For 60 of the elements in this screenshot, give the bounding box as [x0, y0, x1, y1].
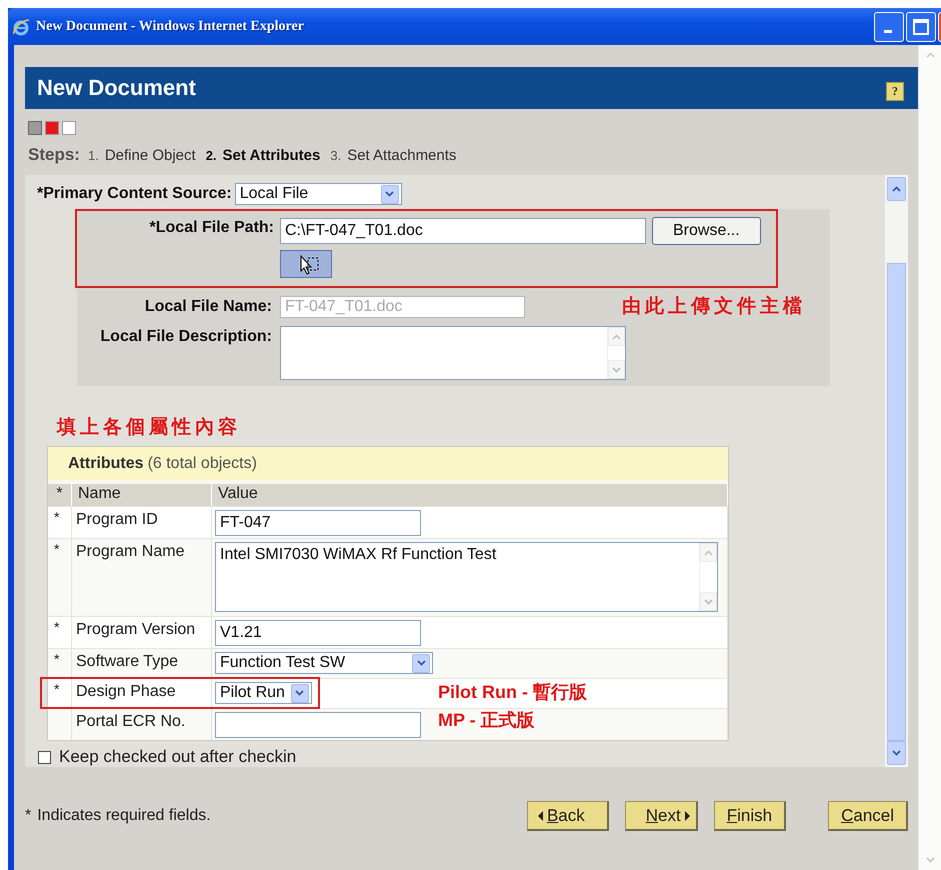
file-path-field[interactable]: C:\FT-047_T01.doc	[280, 218, 646, 244]
maximize-icon[interactable]	[906, 12, 936, 42]
required-mark: *	[48, 616, 72, 648]
checkbox-label: Keep checked out after checkin	[59, 747, 296, 767]
browser-logo-icon	[12, 18, 30, 36]
step-number: 1.	[88, 148, 99, 163]
required-mark: *	[48, 678, 72, 708]
column-header: Name	[72, 484, 212, 506]
text-field[interactable]: V1.21	[215, 620, 421, 646]
help-button[interactable]: ?	[886, 82, 904, 100]
table-title: Attributes	[68, 454, 144, 472]
left-triangle-icon	[538, 810, 543, 820]
page-title: New Document	[37, 75, 196, 101]
annotation-text: 由此上傳文件主檔	[622, 294, 806, 319]
column-header: Value	[212, 484, 728, 506]
text-field[interactable]: FT-047	[215, 510, 421, 536]
field-label: *Primary Content Source:	[37, 185, 232, 203]
step-label: Set Attributes	[222, 147, 320, 164]
dropdown-field[interactable]: Pilot Run	[215, 682, 312, 704]
step-label: Define Object	[104, 147, 196, 164]
required-mark: *	[48, 648, 72, 678]
scrollbar[interactable]	[885, 175, 908, 767]
required-mark: *	[25, 807, 32, 825]
wizard-button[interactable]: Cancel	[828, 801, 908, 831]
attribute-name: Software Type	[72, 648, 212, 678]
field-label: Local File Name:	[144, 297, 272, 316]
attribute-name: Portal ECR No.	[72, 708, 212, 740]
scroll-down-icon[interactable]	[887, 741, 906, 765]
annotation-text: MP - 正式版	[438, 709, 535, 732]
checkbox[interactable]	[38, 750, 51, 764]
required-mark: *	[48, 506, 72, 538]
dropdown-field[interactable]: Function Test SW	[215, 652, 433, 674]
wizard-button[interactable]: Back	[526, 801, 609, 831]
required-note: Indicates required fields.	[37, 807, 211, 825]
attribute-name: Program Version	[72, 616, 212, 648]
step-number: 3.	[330, 148, 342, 163]
steps-label: Steps:	[28, 145, 80, 165]
field-label: Local File Description:	[99, 327, 272, 346]
wizard-button[interactable]: Finish	[714, 801, 786, 831]
required-mark: *	[48, 538, 72, 616]
attribute-name: Design Phase	[72, 678, 212, 708]
object-count: (6 total objects)	[148, 454, 257, 472]
attribute-name: Program Name	[72, 538, 212, 616]
step-label: Set Attachments	[347, 147, 456, 164]
annotation-text: Pilot Run - 暫行版	[438, 681, 587, 704]
step-number: 2.	[206, 148, 217, 163]
browse-button[interactable]: Browse...	[652, 217, 761, 245]
wizard-button[interactable]: Next	[624, 801, 698, 831]
column-header: *	[48, 484, 72, 506]
field-label: *Local File Path:	[148, 218, 274, 237]
annotation-text: 填上各個屬性內容	[57, 415, 242, 440]
text-field[interactable]	[215, 712, 421, 738]
right-triangle-icon	[684, 810, 690, 820]
attribute-name: Program ID	[72, 506, 212, 538]
minimize-icon[interactable]	[874, 12, 904, 42]
window-title: New Document - Windows Internet Explorer	[36, 18, 304, 34]
content-source-select[interactable]: Local File	[234, 183, 402, 205]
pointer-icon[interactable]	[280, 250, 332, 278]
scrollbar-thumb[interactable]	[887, 263, 906, 741]
scroll-up-icon[interactable]	[887, 177, 906, 201]
